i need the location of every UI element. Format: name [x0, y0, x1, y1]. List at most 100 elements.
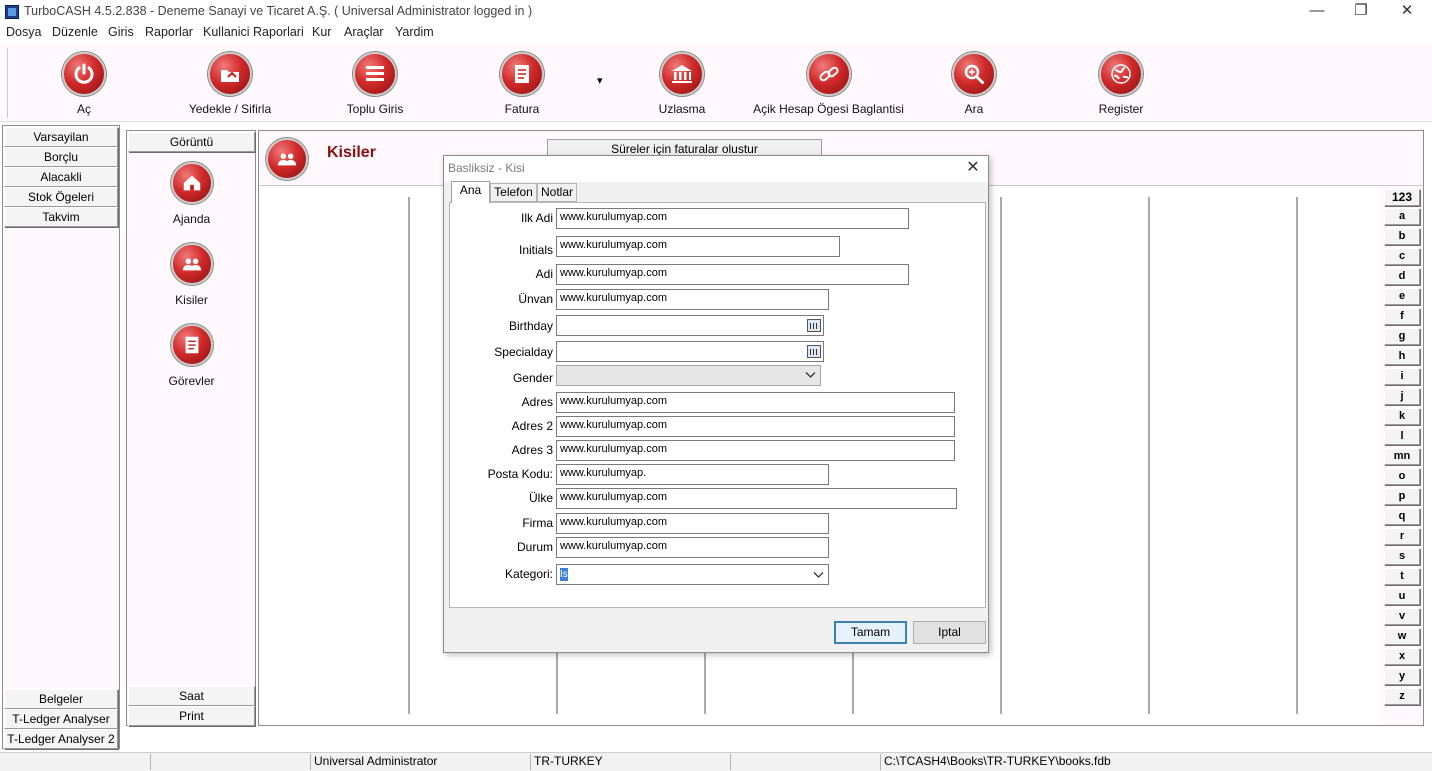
clock-button[interactable]: Saat — [128, 686, 255, 706]
alphabet-index-e[interactable]: e — [1384, 288, 1420, 305]
birthday-label: Birthday — [508, 319, 553, 333]
gender-select[interactable] — [556, 365, 821, 386]
open-item-link-button[interactable]: Açik Hesap Ögesi Baglantisi — [752, 52, 905, 116]
menu-giris[interactable]: Giris — [108, 25, 134, 39]
alphabet-index-z[interactable]: z — [1384, 688, 1420, 705]
alphabet-index-u[interactable]: u — [1384, 588, 1420, 605]
restore-button[interactable]: ❐ — [1338, 0, 1384, 24]
menu-duzenle[interactable]: Düzenle — [52, 25, 98, 39]
postal-code-field[interactable]: www.kurulumyap. — [556, 464, 829, 485]
register-button[interactable]: Register — [1081, 52, 1161, 116]
people-icon — [170, 243, 213, 285]
name-field[interactable]: www.kurulumyap.com — [556, 264, 909, 285]
nav-varsayilan[interactable]: Varsayilan — [4, 127, 118, 147]
alphabet-index-123[interactable]: 123 — [1384, 189, 1420, 206]
menu-araclar[interactable]: Araçlar — [344, 25, 384, 39]
alphabet-index-o[interactable]: o — [1384, 468, 1420, 485]
invoice-document-icon — [500, 52, 544, 96]
link-chain-icon — [806, 52, 851, 96]
alphabet-index-y[interactable]: y — [1384, 668, 1420, 685]
calendar-icon[interactable] — [807, 319, 821, 332]
company-field[interactable]: www.kurulumyap.com — [556, 513, 829, 534]
alphabet-index-g[interactable]: g — [1384, 328, 1420, 345]
address2-field[interactable]: www.kurulumyap.com — [556, 416, 955, 437]
power-icon — [62, 52, 106, 96]
agenda-label: Ajanda — [172, 212, 211, 226]
batch-entry-button[interactable]: Toplu Giris — [335, 52, 415, 116]
category-select[interactable]: Is — [556, 564, 829, 585]
alphabet-index-mn[interactable]: mn — [1384, 448, 1420, 465]
print-button[interactable]: Print — [128, 706, 255, 726]
initials-field[interactable]: www.kurulumyap.com — [556, 236, 840, 257]
invoice-label: Fatura — [504, 102, 540, 116]
first-name-field[interactable]: www.kurulumyap.com — [556, 208, 909, 229]
reconcile-button[interactable]: Uzlasma — [642, 52, 722, 116]
search-button[interactable]: Ara — [934, 52, 1014, 116]
minimize-button[interactable]: — — [1294, 0, 1340, 24]
tab-ana[interactable]: Ana — [451, 181, 490, 203]
nav-t-ledger-analyser[interactable]: T-Ledger Analyser — [4, 709, 118, 729]
alphabet-index-t[interactable]: t — [1384, 568, 1420, 585]
cancel-button[interactable]: Iptal — [913, 621, 986, 644]
country-field[interactable]: www.kurulumyap.com — [556, 488, 957, 509]
globe-icon — [1099, 52, 1143, 96]
alphabet-index-p[interactable]: p — [1384, 488, 1420, 505]
close-window-button[interactable]: ✕ — [1384, 0, 1430, 24]
alphabet-index-i[interactable]: i — [1384, 368, 1420, 385]
alphabet-index-b[interactable]: b — [1384, 228, 1420, 245]
alphabet-index-s[interactable]: s — [1384, 548, 1420, 565]
chevron-down-icon[interactable] — [813, 569, 824, 583]
alphabet-index-d[interactable]: d — [1384, 268, 1420, 285]
alphabet-index-l[interactable]: l — [1384, 428, 1420, 445]
specialday-field[interactable] — [556, 341, 824, 362]
menu-raporlar[interactable]: Raporlar — [145, 25, 193, 39]
alphabet-index-f[interactable]: f — [1384, 308, 1420, 325]
menu-dosya[interactable]: Dosya — [6, 25, 41, 39]
view-header-button[interactable]: Görüntü — [128, 132, 255, 152]
nav-borclu[interactable]: Borçlu — [4, 147, 118, 167]
tab-notlar[interactable]: Notlar — [537, 183, 577, 202]
title-field[interactable]: www.kurulumyap.com — [556, 289, 829, 310]
nav-belgeler[interactable]: Belgeler — [4, 689, 118, 709]
tab-telefon[interactable]: Telefon — [490, 183, 537, 202]
alphabet-index-r[interactable]: r — [1384, 528, 1420, 545]
invoice-button[interactable]: Fatura — [482, 52, 562, 116]
nav-t-ledger-analyser-2[interactable]: T-Ledger Analyser 2 — [4, 729, 118, 749]
agenda-button[interactable]: Ajanda — [128, 162, 255, 226]
open-button[interactable]: Aç — [44, 52, 124, 116]
backup-label: Yedekle / Sifirla — [188, 102, 272, 116]
contacts-button[interactable]: Kisiler — [128, 243, 255, 307]
alphabet-index-q[interactable]: q — [1384, 508, 1420, 525]
alphabet-index-k[interactable]: k — [1384, 408, 1420, 425]
dialog-close-icon[interactable]: ✕ — [964, 158, 982, 178]
ok-button[interactable]: Tamam — [834, 621, 907, 644]
chevron-down-icon[interactable] — [805, 369, 816, 383]
alphabet-index-c[interactable]: c — [1384, 248, 1420, 265]
name-label: Adi — [535, 267, 553, 281]
tasks-button[interactable]: Görevler — [128, 324, 255, 388]
nav-stok-ogeleri[interactable]: Stok Ögeleri — [4, 187, 118, 207]
invoice-dropdown-arrow[interactable]: ▾ — [597, 74, 603, 87]
nav-takvim[interactable]: Takvim — [4, 207, 118, 227]
menu-kur[interactable]: Kur — [312, 25, 331, 39]
birthday-field[interactable] — [556, 315, 824, 336]
status-field[interactable]: www.kurulumyap.com — [556, 537, 829, 558]
alphabet-index-j[interactable]: j — [1384, 388, 1420, 405]
calendar-icon[interactable] — [807, 345, 821, 358]
menu-kullanici-raporlari[interactable]: Kullanici Raporlari — [203, 25, 304, 39]
search-icon — [952, 52, 996, 96]
alphabet-index-v[interactable]: v — [1384, 608, 1420, 625]
agenda-house-icon — [170, 162, 213, 204]
address3-field[interactable]: www.kurulumyap.com — [556, 440, 955, 461]
menu-yardim[interactable]: Yardim — [395, 25, 434, 39]
alphabet-index-x[interactable]: x — [1384, 648, 1420, 665]
status-separator — [880, 754, 881, 770]
alphabet-index-a[interactable]: a — [1384, 208, 1420, 225]
tasks-document-icon — [170, 324, 213, 366]
alphabet-index-w[interactable]: w — [1384, 628, 1420, 645]
address-field[interactable]: www.kurulumyap.com — [556, 392, 955, 413]
nav-alacakli[interactable]: Alacakli — [4, 167, 118, 187]
dialog-title: Basliksiz - Kisi — [448, 161, 525, 175]
backup-button[interactable]: Yedekle / Sifirla — [180, 52, 280, 116]
alphabet-index-h[interactable]: h — [1384, 348, 1420, 365]
